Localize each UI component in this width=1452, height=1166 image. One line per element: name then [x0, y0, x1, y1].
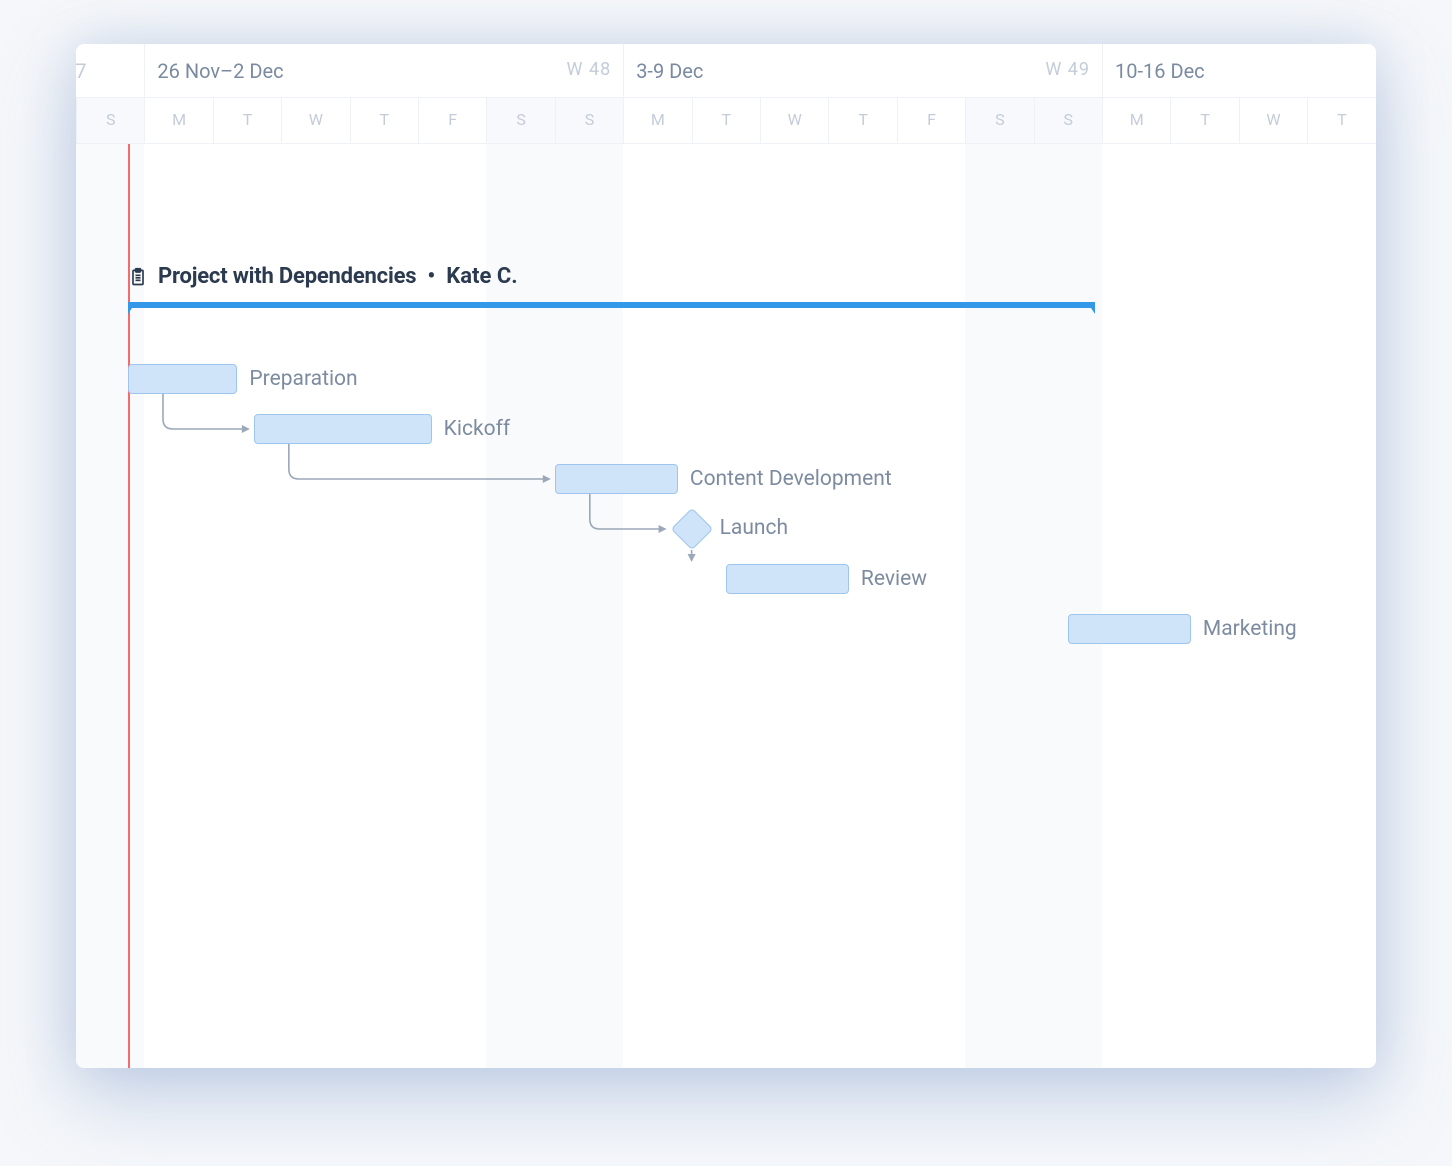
task-label: Marketing — [1203, 617, 1297, 641]
week-num-badge: W 48 — [567, 59, 612, 80]
day-header-cell: S — [555, 98, 623, 143]
day-header-cell: W — [760, 98, 828, 143]
week-num-badge: W 49 — [1045, 59, 1090, 80]
day-header-cell: T — [1307, 98, 1375, 143]
day-header-cell: S — [965, 98, 1033, 143]
separator-dot: • — [426, 264, 436, 289]
weekend-column — [965, 144, 1033, 1068]
task-label: Kickoff — [444, 417, 511, 441]
day-header-cell: T — [1170, 98, 1238, 143]
day-header-cell: W — [281, 98, 349, 143]
day-header-cell: S — [486, 98, 554, 143]
task-bar-kickoff[interactable] — [254, 414, 432, 444]
task-label: Review — [861, 567, 927, 591]
task-label: Preparation — [249, 367, 357, 391]
weekend-column — [555, 144, 623, 1068]
day-header-cell: T — [213, 98, 281, 143]
task-bar-preparation[interactable] — [128, 364, 237, 394]
project-header[interactable]: Project with Dependencies • Kate C. — [128, 264, 518, 289]
week-header-row: 47 26 Nov–2 Dec W 48 3-9 Dec W 49 10-16 Dec — [76, 44, 1376, 98]
week-range-label: 26 Nov–2 Dec — [157, 59, 283, 83]
task-label: Content Development — [690, 467, 892, 491]
task-bar-review[interactable] — [726, 564, 849, 594]
task-label: Launch — [720, 516, 788, 540]
day-header-cell: T — [828, 98, 896, 143]
task-bar-content[interactable] — [555, 464, 678, 494]
project-summary-bar[interactable] — [128, 302, 1095, 308]
day-header-cell: W — [1239, 98, 1307, 143]
day-header-cell: F — [418, 98, 486, 143]
week-range-label: 3-9 Dec — [636, 59, 703, 83]
gantt-card: 47 26 Nov–2 DecW 483-9 DecW 4910-16 Dec … — [76, 44, 1376, 1068]
day-header-cell: S — [1034, 98, 1102, 143]
week-cell: 3-9 Dec W 49 — [623, 44, 1102, 97]
gantt-body[interactable]: Project with Dependencies • Kate C. Prep… — [76, 144, 1376, 1068]
project-owner: Kate C. — [446, 264, 517, 289]
project-title: Project with Dependencies — [158, 264, 416, 289]
day-header-cell: S — [76, 98, 144, 143]
day-header-row: SMTWTFSSMTWTFSSMTWT — [76, 98, 1376, 144]
week-range-label: 10-16 Dec — [1115, 59, 1205, 83]
day-header-cell: M — [1102, 98, 1170, 143]
task-bar-marketing[interactable] — [1068, 614, 1191, 644]
week-cell: 10-16 Dec — [1102, 44, 1376, 97]
day-header-cell: M — [144, 98, 212, 143]
prev-week-badge: 47 — [76, 59, 86, 83]
day-header-cell: F — [897, 98, 965, 143]
day-header-cell: M — [623, 98, 691, 143]
milestone-launch[interactable] — [670, 508, 712, 550]
clipboard-icon — [128, 267, 148, 287]
day-header-cell: T — [350, 98, 418, 143]
weekend-column — [1034, 144, 1102, 1068]
day-header-cell: T — [692, 98, 760, 143]
week-cell: 26 Nov–2 Dec W 48 — [144, 44, 623, 97]
